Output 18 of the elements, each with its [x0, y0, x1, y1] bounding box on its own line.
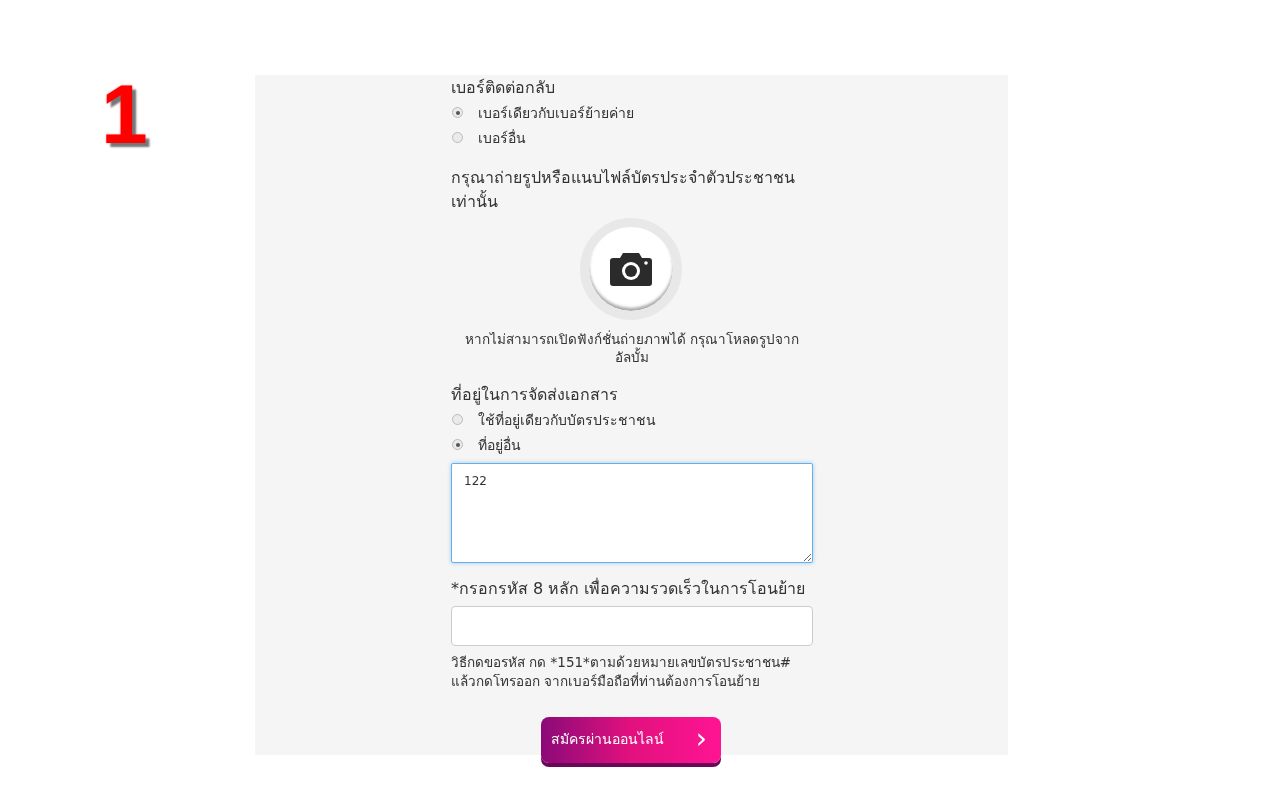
upload-note: หากไม่สามารถเปิดฟังก์ชั่นถ่ายภาพได้ กรุณาโหลดรูปจากอัลบั้ม [463, 330, 801, 366]
section-label: กรุณาถ่ายรูปหรือแนบไฟล์บัตรประจำตัวประชาชนเท่านั้น [451, 167, 796, 213]
radio-button[interactable] [452, 107, 463, 118]
help-text: วิธีกดขอรหัส กด *151*ตามด้วยหมายเลขบัตรประชาชน# แล้วกดโทรออก จากเบอร์มือถือที่ท่านต้องการโอนย้าย [451, 653, 793, 691]
radio-button[interactable] [452, 414, 463, 425]
step-number: 1 [101, 77, 148, 151]
camera-icon [609, 251, 653, 287]
address-field[interactable]: 122 [451, 463, 813, 563]
code-input-field[interactable] [451, 606, 813, 646]
option-label[interactable]: เบอร์เดียวกับเบอร์ย้ายค่าย [478, 101, 634, 124]
section-label: *กรอกรหัส 8 หลัก เพื่อความรวดเร็วในการโอนย้าย [451, 577, 807, 600]
option-label[interactable]: ใช้ที่อยู่เดียวกับบัตรประชาชน [478, 408, 656, 431]
radio-button[interactable] [452, 132, 463, 143]
section-label: เบอร์ติดต่อกลับ [451, 77, 556, 99]
option-label[interactable]: ที่อยู่อื่น [478, 433, 521, 456]
section-label: ที่อยู่ในการจัดส่งเอกสาร [451, 383, 619, 407]
radio-button[interactable] [452, 439, 463, 450]
option-label[interactable]: เบอร์อื่น [478, 126, 526, 149]
